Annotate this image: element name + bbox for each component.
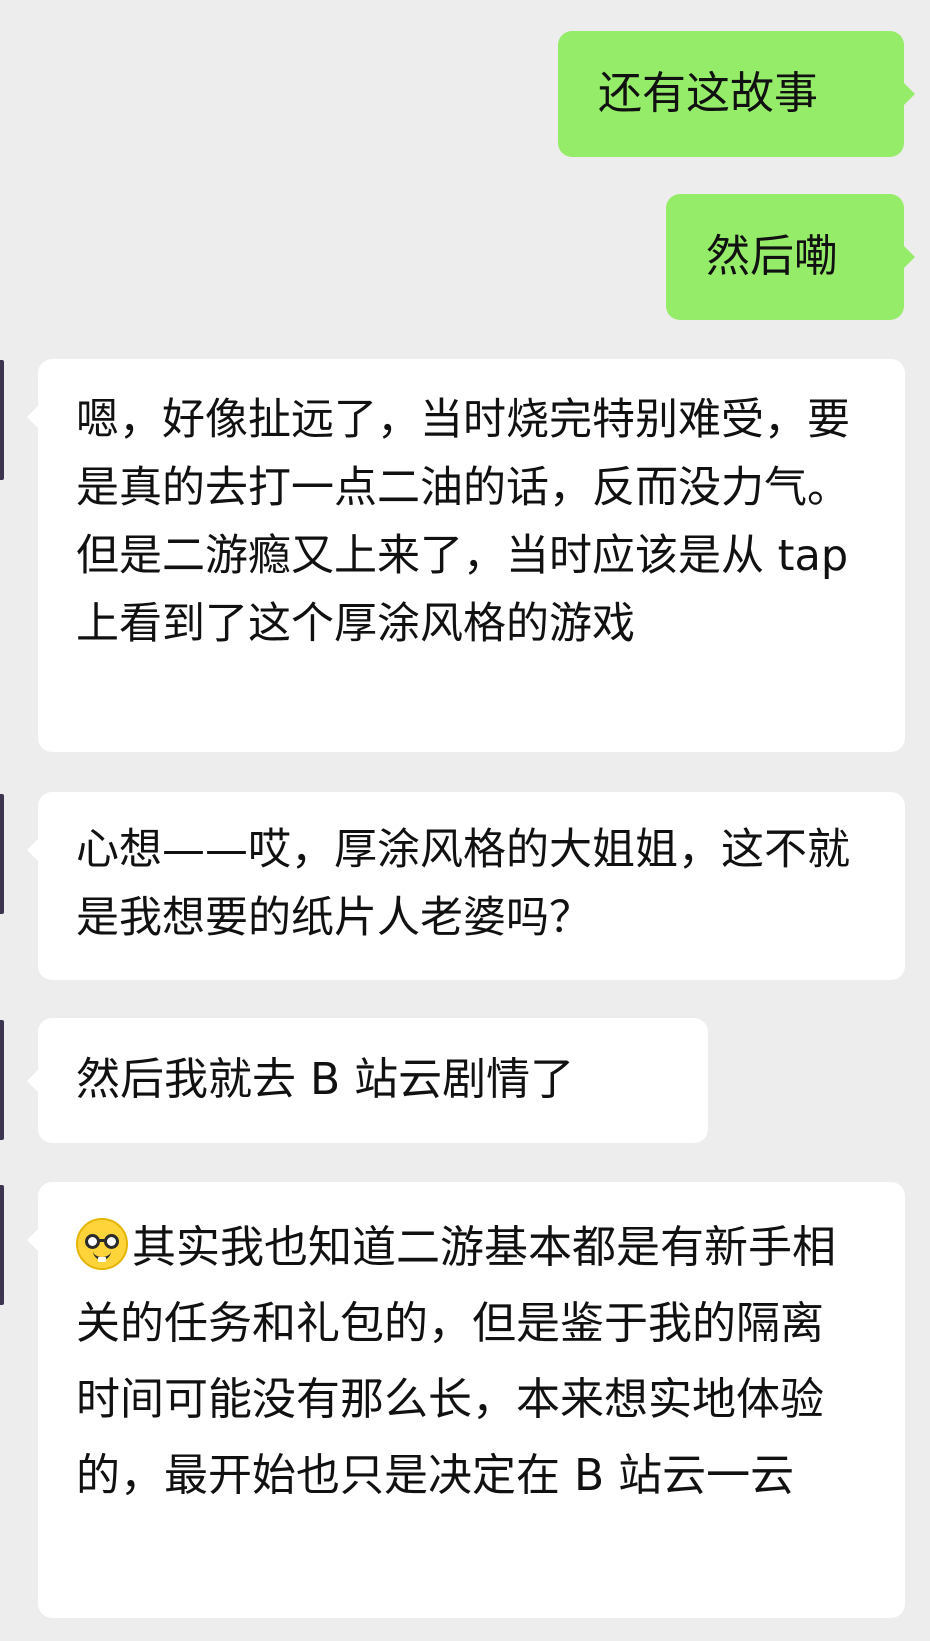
avatar[interactable] <box>0 1020 4 1140</box>
message-text: 然后我就去 B 站云剧情了 <box>76 1054 575 1105</box>
avatar[interactable] <box>0 360 4 480</box>
message-bubble-incoming[interactable]: 其实我也知道二游基本都是有新手相关的任务和礼包的，但是鉴于我的隔离时间可能没有那… <box>27 1182 905 1618</box>
message-bubble-incoming[interactable]: 嗯，好像扯远了，当时烧完特别难受，要是真的去打一点二油的话，反而没力气。但是二游… <box>27 359 905 752</box>
message-text: 嗯，好像扯远了，当时烧完特别难受，要是真的去打一点二油的话，反而没力气。但是二游… <box>76 395 850 649</box>
message-text: 然后嘞 <box>706 231 838 282</box>
nerd-face-icon <box>76 1218 128 1270</box>
avatar[interactable] <box>0 794 4 914</box>
avatar[interactable] <box>0 1185 4 1305</box>
message-bubble-outgoing[interactable]: 还有这故事 <box>558 31 915 157</box>
message-text: 心想——哎，厚涂风格的大姐姐，这不就是我想要的纸片人老婆吗？ <box>76 825 850 943</box>
message-bubble-incoming[interactable]: 然后我就去 B 站云剧情了 <box>27 1018 708 1143</box>
message-bubble-incoming[interactable]: 心想——哎，厚涂风格的大姐姐，这不就是我想要的纸片人老婆吗？ <box>27 792 905 980</box>
message-bubble-outgoing[interactable]: 然后嘞 <box>666 194 915 320</box>
chat-screen: { "conversation": { "messages": [ { "dir… <box>0 0 930 1641</box>
message-text: 其实我也知道二游基本都是有新手相关的任务和礼包的，但是鉴于我的隔离时间可能没有那… <box>76 1210 867 1514</box>
message-text: 还有这故事 <box>598 68 818 119</box>
